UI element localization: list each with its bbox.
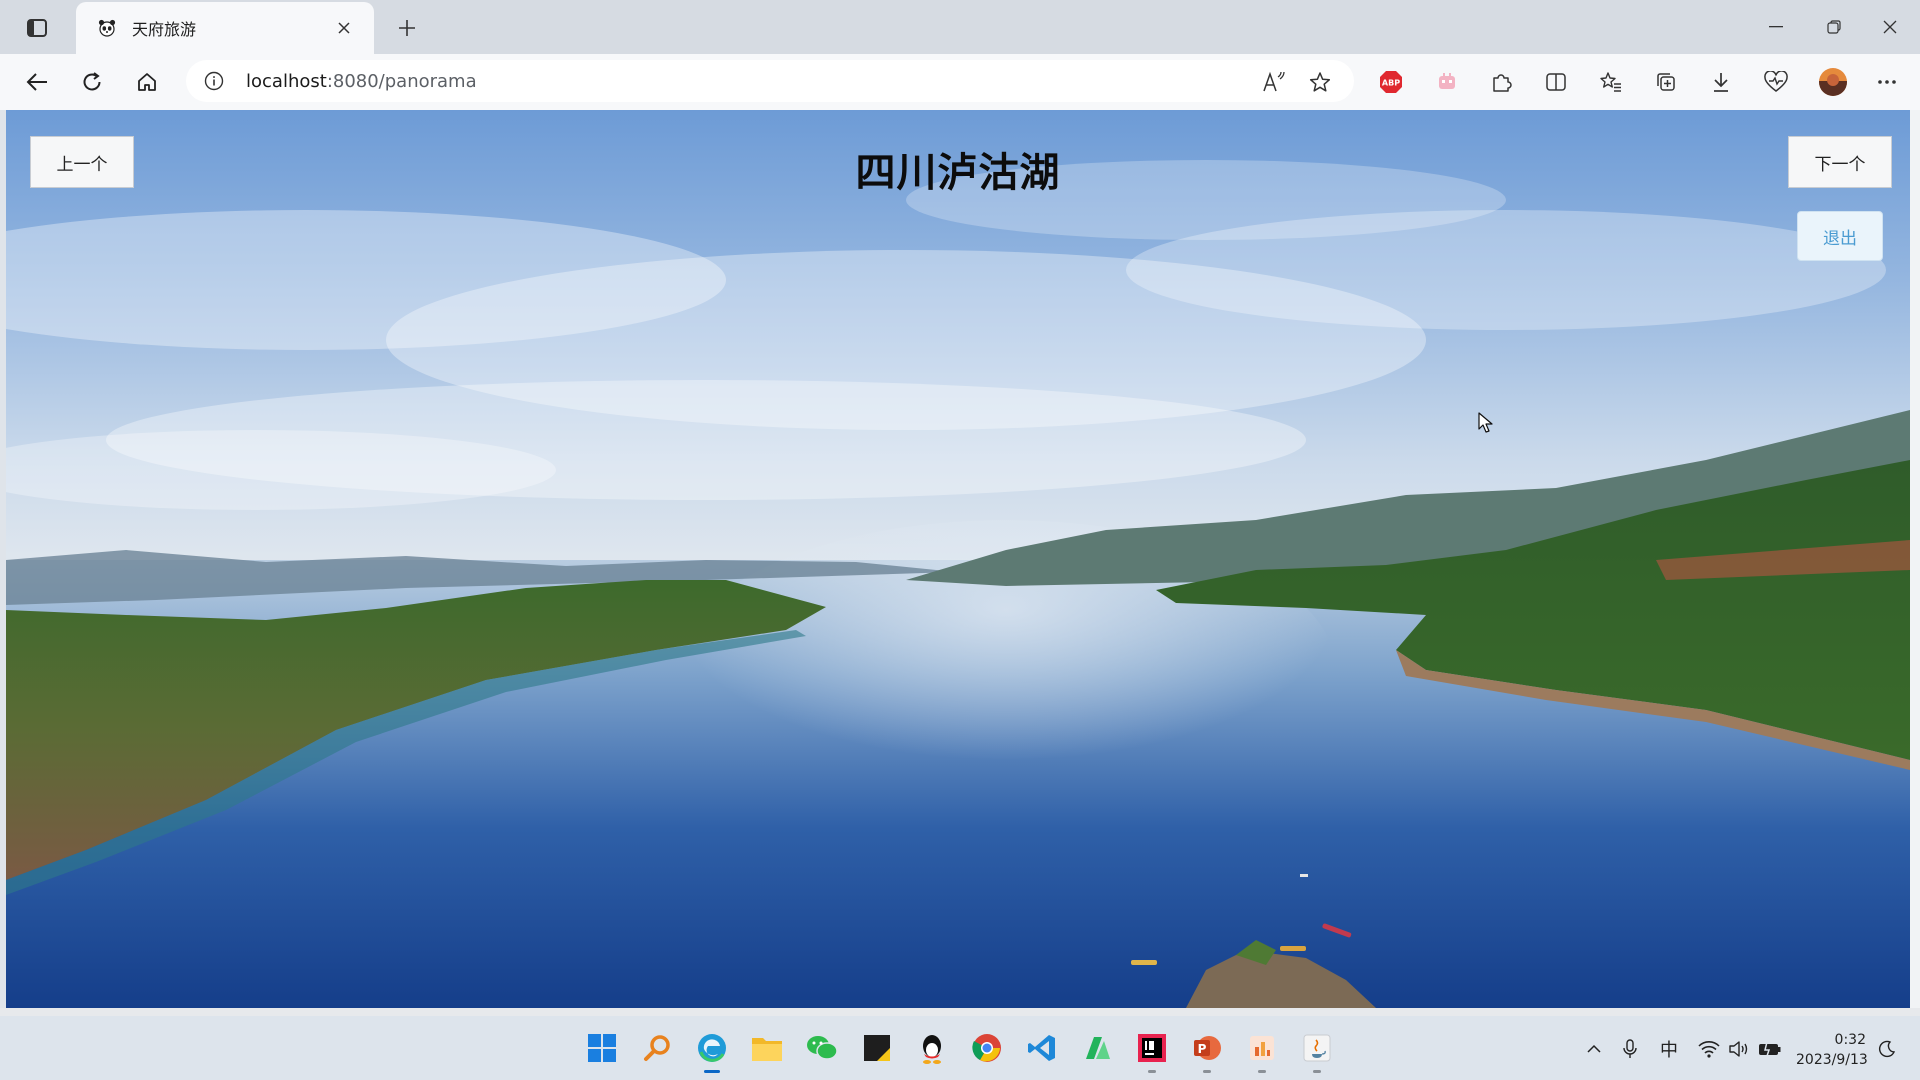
- profile-avatar[interactable]: [1816, 65, 1850, 99]
- home-icon[interactable]: [130, 65, 164, 99]
- close-tab-icon[interactable]: [332, 16, 356, 40]
- refresh-icon[interactable]: [75, 65, 109, 99]
- wifi-icon[interactable]: [1696, 1036, 1722, 1062]
- scrollbar[interactable]: [1910, 110, 1920, 1008]
- running-indicator: [1313, 1070, 1321, 1073]
- close-window-icon[interactable]: [1870, 10, 1910, 44]
- notes-icon[interactable]: [858, 1029, 896, 1067]
- java-icon[interactable]: [1298, 1029, 1336, 1073]
- downloads-icon[interactable]: [1704, 65, 1738, 99]
- next-button[interactable]: 下一个: [1788, 136, 1892, 188]
- clock-date: 2023/9/13: [1796, 1052, 1868, 1068]
- panorama-image[interactable]: [6, 110, 1910, 1008]
- app-icon[interactable]: [1243, 1029, 1281, 1073]
- adblock-icon[interactable]: ABP: [1374, 65, 1408, 99]
- running-indicator: [1148, 1070, 1156, 1073]
- edge-icon[interactable]: [693, 1029, 731, 1073]
- back-icon[interactable]: [20, 65, 54, 99]
- performance-heart-icon[interactable]: [1759, 65, 1793, 99]
- running-indicator: [1258, 1070, 1266, 1073]
- read-aloud-icon[interactable]: [1260, 68, 1288, 96]
- search-icon[interactable]: [638, 1029, 676, 1067]
- taskbar: P 中 0:32 2023/9/13: [0, 1016, 1920, 1080]
- volume-icon[interactable]: [1726, 1036, 1752, 1062]
- file-explorer-icon[interactable]: [748, 1029, 786, 1067]
- wechat-icon[interactable]: [803, 1029, 841, 1067]
- collections-icon[interactable]: [1649, 65, 1683, 99]
- notification-moon-icon[interactable]: [1874, 1036, 1900, 1062]
- window-bottom-edge: [0, 1008, 1920, 1016]
- url-text[interactable]: localhost:8080/panorama: [246, 71, 477, 92]
- exit-button[interactable]: 退出: [1797, 211, 1883, 261]
- system-clock[interactable]: 0:32 2023/9/13: [1796, 1030, 1868, 1070]
- favorite-star-icon[interactable]: [1306, 68, 1334, 96]
- restore-icon[interactable]: [1814, 10, 1854, 44]
- show-hidden-icons-icon[interactable]: [1581, 1036, 1607, 1062]
- prev-button[interactable]: 上一个: [30, 136, 134, 188]
- running-indicator: [1203, 1070, 1211, 1073]
- url-host: localhost: [246, 71, 327, 92]
- svg-text:ABP: ABP: [1382, 79, 1400, 88]
- minimize-icon[interactable]: [1756, 10, 1796, 44]
- site-info-icon[interactable]: [204, 71, 224, 91]
- url-path: :8080/panorama: [326, 71, 477, 92]
- battery-icon[interactable]: [1757, 1036, 1783, 1062]
- panda-icon: [96, 17, 118, 39]
- favorites-icon[interactable]: [1594, 65, 1628, 99]
- clock-time: 0:32: [1834, 1032, 1866, 1048]
- tab-strip: 天府旅游: [0, 0, 1920, 54]
- ime-indicator[interactable]: 中: [1656, 1036, 1682, 1062]
- page-title: 四川泸沽湖: [855, 150, 1061, 196]
- tab-actions-icon[interactable]: [22, 15, 52, 41]
- chrome-icon[interactable]: [968, 1029, 1006, 1067]
- address-bar[interactable]: localhost:8080/panorama: [186, 60, 1354, 102]
- extension-icon[interactable]: [1430, 65, 1464, 99]
- browser-toolbar: localhost:8080/panorama ABP: [0, 54, 1920, 110]
- active-indicator: [704, 1070, 720, 1073]
- panorama-viewer[interactable]: 四川泸沽湖 上一个 下一个 退出: [6, 110, 1910, 1008]
- new-tab-icon[interactable]: [392, 13, 422, 43]
- vscode-icon[interactable]: [1023, 1029, 1061, 1067]
- app-icon[interactable]: [1078, 1029, 1116, 1067]
- more-options-icon[interactable]: [1870, 65, 1904, 99]
- intellij-icon[interactable]: [1133, 1029, 1171, 1073]
- powerpoint-icon[interactable]: P: [1188, 1029, 1226, 1073]
- browser-tab[interactable]: 天府旅游: [76, 2, 374, 54]
- start-icon[interactable]: [583, 1029, 621, 1067]
- qq-icon[interactable]: [913, 1029, 951, 1067]
- microphone-icon[interactable]: [1617, 1036, 1643, 1062]
- svg-text:P: P: [1198, 1042, 1207, 1056]
- mouse-cursor-icon: [1478, 412, 1494, 438]
- extensions-puzzle-icon[interactable]: [1484, 65, 1518, 99]
- split-screen-icon[interactable]: [1539, 65, 1573, 99]
- tab-title: 天府旅游: [132, 20, 197, 39]
